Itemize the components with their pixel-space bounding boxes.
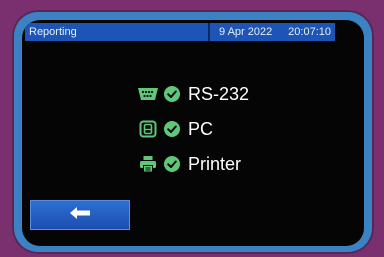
serial-port-icon — [136, 84, 160, 104]
status-separator — [208, 23, 210, 41]
device-screen: Reporting 9 Apr 2022 20:07:10 RS-232 PC … — [22, 20, 364, 246]
screen-title: Reporting — [29, 26, 77, 38]
item-label-rs232: RS-232 — [188, 84, 250, 104]
check-icon — [164, 121, 180, 137]
list-item-printer: Printer — [136, 152, 241, 176]
printer-icon — [136, 154, 160, 174]
check-icon — [164, 86, 180, 102]
pc-icon — [136, 119, 160, 139]
item-label-pc: PC — [188, 119, 214, 139]
arrow-left-icon — [69, 206, 91, 225]
status-date: 9 Apr 2022 — [219, 26, 273, 38]
status-time: 20:07:10 — [288, 26, 331, 38]
status-bar: Reporting 9 Apr 2022 20:07:10 — [25, 23, 335, 41]
check-icon — [164, 156, 180, 172]
list-item-rs232: RS-232 — [136, 82, 249, 106]
item-label-printer: Printer — [188, 154, 242, 174]
back-button[interactable] — [30, 200, 130, 230]
list-item-pc: PC — [136, 117, 213, 141]
